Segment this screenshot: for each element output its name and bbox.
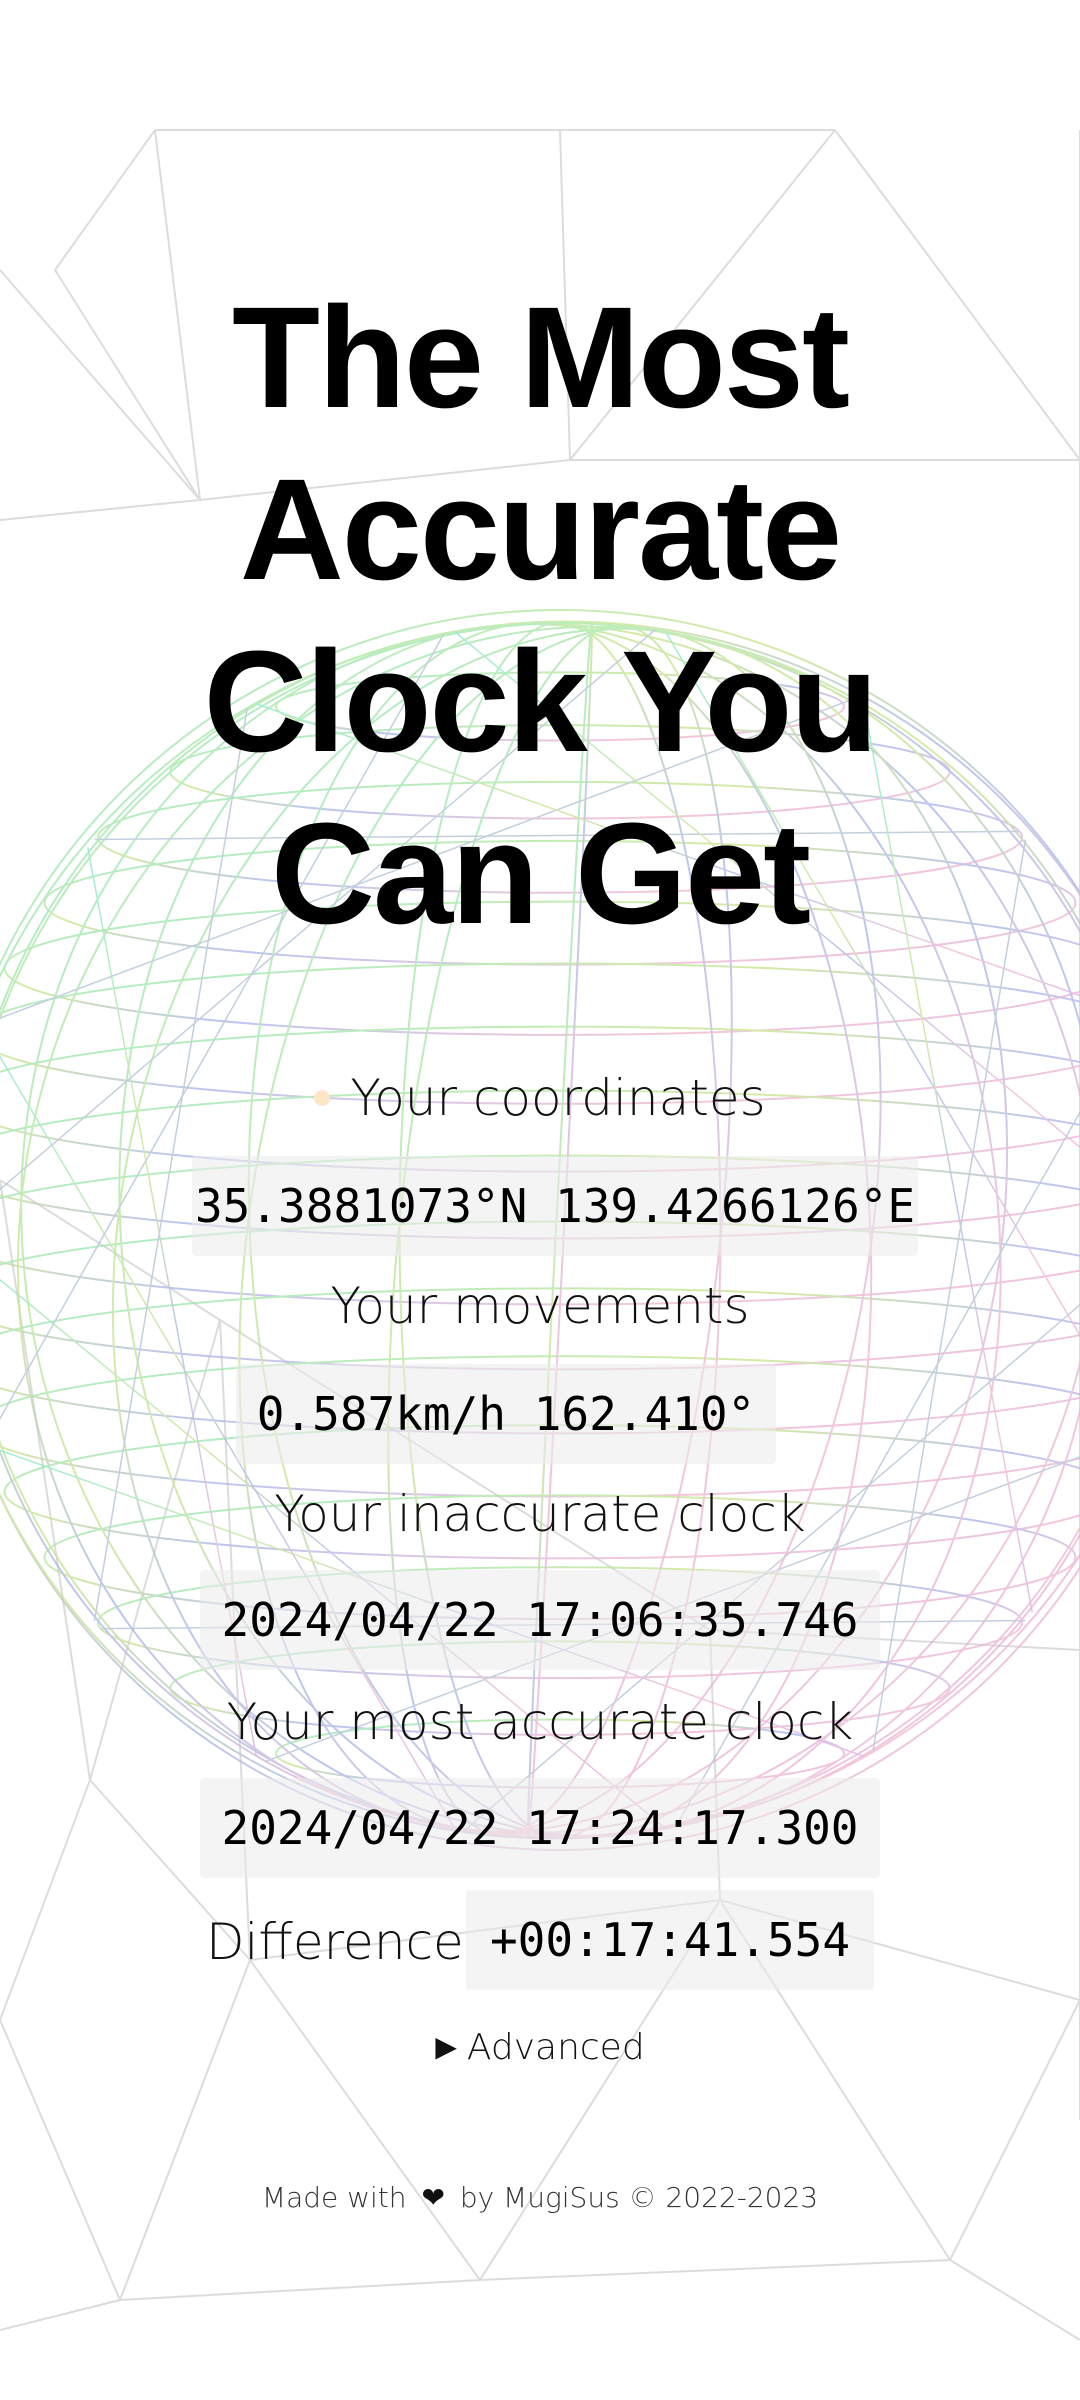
footer: Made with ❤ by MugiSus © 2022-2023 (0, 2176, 1080, 2220)
heart-icon: ❤ (421, 2181, 445, 2214)
title-line: Clock You (203, 621, 879, 782)
page-title: The Most Accurate Clock You Can Get (0, 272, 1080, 960)
status-dot-icon (314, 1089, 331, 1106)
title-line: Accurate (239, 449, 842, 610)
accurate-clock-label: Your most accurate clock (226, 1693, 854, 1751)
footer-suffix: by MugiSus © 2022-2023 (459, 2181, 819, 2214)
footer-prefix: Made with (261, 2181, 407, 2214)
accurate-clock-value: 2024/04/22 17:24:17.300 (200, 1778, 880, 1878)
coordinates-label: Your coordinates (350, 1069, 766, 1127)
title-line: The Most (232, 277, 850, 438)
advanced-toggle[interactable]: ▶ Advanced (0, 2020, 1080, 2078)
coordinates-label-row: Your coordinates (0, 1068, 1080, 1128)
movements-value: 0.587km/h 162.410° (236, 1364, 776, 1464)
coordinates-value: 35.3881073°N 139.4266126°E (192, 1156, 918, 1256)
difference-value: +00:17:41.554 (466, 1890, 874, 1990)
difference-label: Difference (206, 1913, 464, 1971)
title-line: Can Get (270, 793, 811, 954)
movements-label: Your movements (330, 1277, 750, 1335)
triangle-right-icon: ▶ (435, 2030, 457, 2063)
advanced-label: Advanced (466, 2027, 645, 2068)
inaccurate-clock-value: 2024/04/22 17:06:35.746 (200, 1570, 880, 1670)
inaccurate-clock-label: Your inaccurate clock (274, 1485, 806, 1543)
